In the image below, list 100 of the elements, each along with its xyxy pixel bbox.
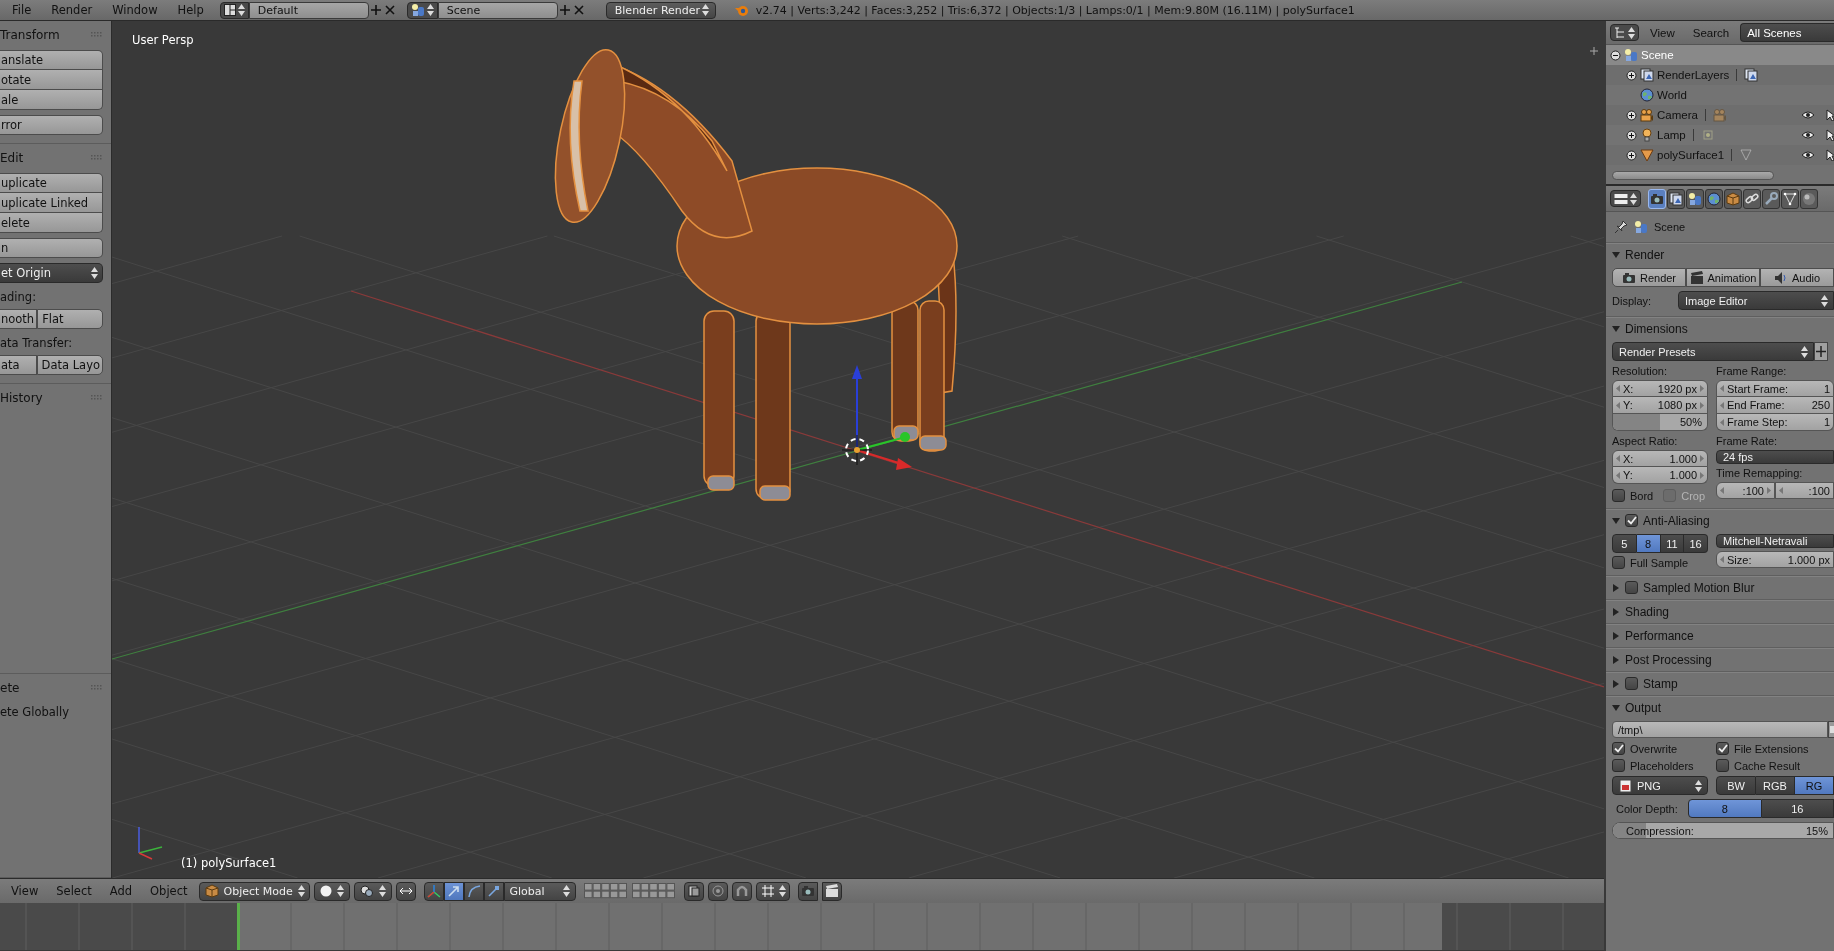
menu-item[interactable]: Select	[49, 884, 99, 898]
dropdown[interactable]: Mitchell-Netravali	[1716, 534, 1834, 548]
expand-arrow-icon[interactable]	[1612, 631, 1620, 640]
cursor-icon[interactable]	[1826, 129, 1834, 141]
expand-toggle[interactable]	[1626, 149, 1637, 161]
outliner-row[interactable]: Camera	[1606, 105, 1834, 125]
color-mode-option[interactable]: RG	[1795, 776, 1834, 795]
panel-header[interactable]: Anti-Aliasing	[1606, 508, 1834, 532]
tool-button[interactable]: Flat	[37, 309, 103, 329]
number-field[interactable]: Start Frame: 1	[1716, 380, 1834, 397]
tool-button[interactable]: ata	[0, 355, 37, 375]
menu-item[interactable]: Object	[143, 884, 195, 898]
menu-item[interactable]: Search	[1685, 26, 1737, 39]
expand-arrow-icon[interactable]	[1612, 655, 1620, 664]
expand-toggle[interactable]	[1626, 129, 1637, 141]
context-tab[interactable]	[1762, 188, 1780, 209]
mode-dropdown[interactable]: Object Mode	[198, 881, 310, 901]
number-field[interactable]: X: 1.000	[1612, 450, 1708, 467]
layout-name-field[interactable]: Default	[248, 1, 369, 19]
checkbox[interactable]	[1625, 514, 1638, 527]
editor-type-selector[interactable]	[1610, 190, 1641, 207]
proportional-toggle[interactable]	[707, 881, 728, 901]
checkbox[interactable]	[1625, 677, 1638, 690]
menu-item[interactable]: View	[1643, 26, 1682, 39]
dropdown[interactable]: PNG	[1612, 776, 1708, 795]
checkbox[interactable]	[1716, 759, 1729, 772]
scrollbar[interactable]	[1612, 171, 1774, 180]
tool-button[interactable]: elete	[0, 213, 103, 233]
cursor-icon[interactable]	[1826, 149, 1834, 161]
shading-dropdown[interactable]	[313, 881, 350, 901]
number-field[interactable]: X: 1920 px	[1612, 380, 1708, 397]
number-field[interactable]: :100	[1716, 482, 1775, 499]
snap-toggle[interactable]	[395, 881, 416, 901]
rotate-toggle[interactable]	[463, 881, 484, 901]
checkbox[interactable]	[1625, 581, 1638, 594]
plus-icon[interactable]	[557, 3, 572, 17]
tool-button[interactable]: anslate	[0, 50, 103, 70]
panel-header[interactable]: Shading	[1606, 599, 1834, 623]
path-field[interactable]: /tmp\	[1612, 721, 1828, 738]
context-tab[interactable]	[1781, 188, 1799, 209]
dropdown[interactable]: Render Presets	[1612, 342, 1814, 361]
panel-header[interactable]: Render	[1606, 242, 1834, 266]
tool-button[interactable]: uplicate	[0, 173, 103, 193]
number-field[interactable]: End Frame: 250	[1716, 397, 1834, 414]
layout-selector[interactable]	[219, 1, 249, 19]
panel-header[interactable]: Sampled Motion Blur	[1606, 575, 1834, 599]
pivot-dropdown[interactable]	[353, 881, 392, 901]
expand-arrow-icon[interactable]	[1612, 679, 1620, 688]
context-tab[interactable]	[1686, 188, 1704, 209]
collapse-arrow-icon[interactable]	[1612, 324, 1620, 333]
close-icon[interactable]	[571, 3, 586, 17]
scene-name-field[interactable]: Scene	[437, 1, 558, 19]
expand-toggle[interactable]	[1626, 109, 1637, 121]
dropdown[interactable]: et Origin	[0, 263, 103, 283]
menu-item[interactable]: View	[4, 884, 46, 898]
number-field[interactable]: Y: 1.000	[1612, 467, 1708, 484]
plus-icon[interactable]	[368, 3, 383, 17]
render-button[interactable]: Render	[1612, 268, 1686, 287]
context-tab[interactable]	[1648, 188, 1666, 209]
menu-item[interactable]: File	[2, 3, 42, 17]
panel-header[interactable]: Performance	[1606, 623, 1834, 647]
layer-grid-icon[interactable]	[631, 883, 676, 899]
checkbox[interactable]	[1716, 742, 1729, 755]
color-depth-option[interactable]: 16	[1761, 799, 1834, 818]
scene-selector[interactable]	[406, 1, 438, 19]
render-button[interactable]: Audio	[1760, 268, 1834, 287]
context-tab[interactable]	[1743, 188, 1761, 209]
snap-toggle[interactable]	[731, 881, 752, 901]
percentage-slider[interactable]: 50%	[1612, 414, 1708, 431]
snap-element-dropdown[interactable]	[755, 881, 790, 901]
menu-item[interactable]: Window	[102, 3, 168, 17]
editor-type-selector[interactable]	[1610, 24, 1639, 41]
color-mode-option[interactable]: BW	[1716, 776, 1756, 795]
plus-icon[interactable]	[1590, 47, 1598, 55]
expand-toggle[interactable]	[1626, 69, 1637, 81]
color-depth-option[interactable]: 8	[1688, 799, 1762, 818]
context-tab[interactable]	[1667, 188, 1685, 209]
panel-header[interactable]: Post Processing	[1606, 647, 1834, 671]
checkbox[interactable]	[1612, 556, 1625, 569]
tool-button[interactable]: Data Layo	[36, 355, 103, 375]
lock-camera-toggle[interactable]	[683, 881, 704, 901]
eye-icon[interactable]	[1801, 150, 1815, 160]
layer-grid-icon[interactable]	[583, 883, 628, 899]
dropdown[interactable]: 24 fps	[1716, 450, 1834, 464]
context-tab[interactable]	[1800, 188, 1818, 209]
plus-icon[interactable]	[1814, 342, 1828, 361]
panel-header[interactable]: Output	[1606, 695, 1834, 719]
translate-toggle[interactable]	[443, 881, 464, 901]
number-field[interactable]: :100	[1775, 482, 1834, 499]
outliner-row[interactable]: Scene	[1606, 45, 1834, 65]
tool-button[interactable]: nooth	[0, 309, 38, 329]
menu-item[interactable]: Render	[41, 3, 103, 17]
render-button[interactable]: Animation	[1686, 268, 1760, 287]
checkbox[interactable]	[1612, 759, 1625, 772]
folder-icon[interactable]	[1828, 721, 1834, 738]
collapse-arrow-icon[interactable]	[1612, 250, 1620, 259]
compression-slider[interactable]: Compression: 15%	[1612, 822, 1834, 839]
sample-option[interactable]: 16	[1684, 534, 1708, 553]
expand-arrow-icon[interactable]	[1612, 607, 1620, 616]
dropdown[interactable]: Image Editor	[1678, 291, 1834, 310]
